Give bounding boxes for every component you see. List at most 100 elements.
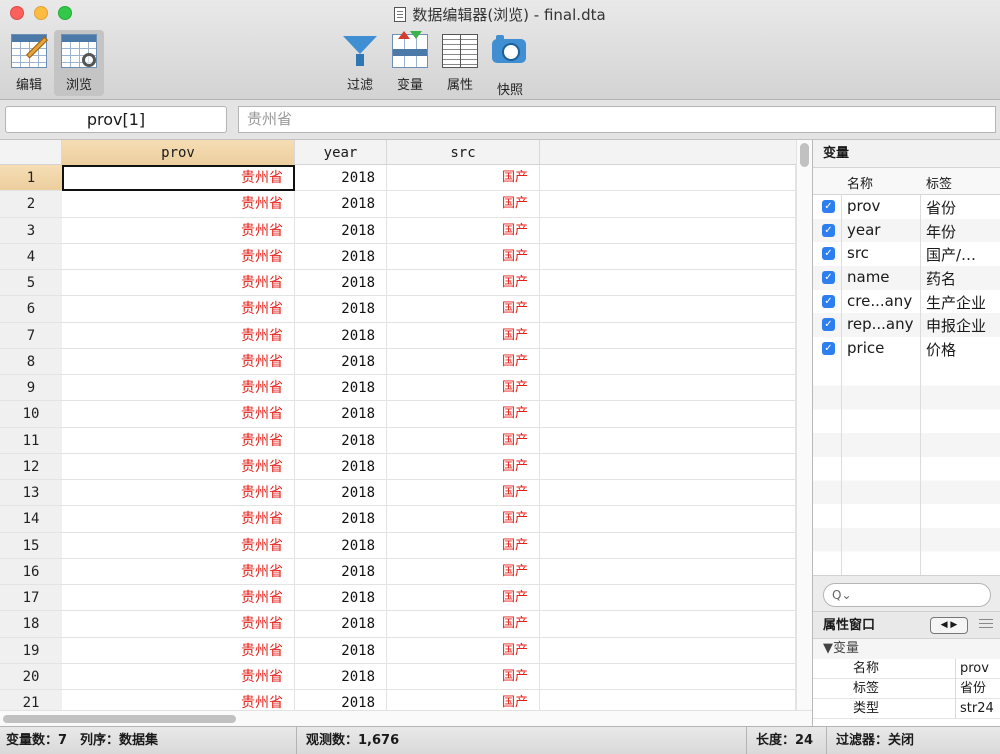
snapshot-button[interactable]: 快照 [485,30,535,98]
row-number[interactable]: 6 [0,296,62,323]
row-number[interactable]: 18 [0,611,62,638]
cell-prov[interactable]: 贵州省 [62,663,295,690]
variable-row[interactable]: ✓ rep...any 申报企业 [813,313,1000,338]
property-value[interactable]: str24 [955,699,1000,719]
cell-src[interactable]: 国产 [387,322,540,349]
cell-year[interactable]: 2018 [295,348,387,375]
cell-prov[interactable]: 贵州省 [62,506,295,533]
table-row[interactable]: 6 贵州省 2018 国产 [0,296,796,323]
cell-prov[interactable]: 贵州省 [62,401,295,428]
cell-prov[interactable]: 贵州省 [62,270,295,297]
cell-year[interactable]: 2018 [295,270,387,297]
table-row[interactable]: 5 贵州省 2018 国产 [0,270,796,297]
row-number[interactable]: 7 [0,322,62,349]
cell-prov[interactable]: 贵州省 [62,375,295,402]
cell-src[interactable]: 国产 [387,427,540,454]
cell-prov[interactable]: 贵州省 [62,217,295,244]
properties-menu-icon[interactable] [979,619,993,629]
cell-prov[interactable]: 贵州省 [62,243,295,270]
property-value[interactable]: 省份 [955,679,1000,699]
property-row[interactable]: 类型 str24 [813,699,1000,719]
row-number[interactable]: 1 [0,165,62,192]
row-number[interactable]: 20 [0,663,62,690]
cell-src[interactable]: 国产 [387,191,540,218]
cell-src[interactable]: 国产 [387,296,540,323]
cell-src[interactable]: 国产 [387,375,540,402]
table-row[interactable]: 14 贵州省 2018 国产 [0,506,796,533]
cell-year[interactable]: 2018 [295,401,387,428]
row-number[interactable]: 9 [0,375,62,402]
cell-prov[interactable]: 贵州省 [62,427,295,454]
row-number[interactable]: 10 [0,401,62,428]
cell-src[interactable]: 国产 [387,165,540,192]
row-number[interactable]: 12 [0,453,62,480]
cell-prov[interactable]: 贵州省 [62,532,295,559]
cell-year[interactable]: 2018 [295,663,387,690]
cell-src[interactable]: 国产 [387,453,540,480]
table-row[interactable]: 3 贵州省 2018 国产 [0,217,796,244]
cell-prov[interactable]: 贵州省 [62,558,295,585]
cell-src[interactable]: 国产 [387,217,540,244]
table-row[interactable]: 18 贵州省 2018 国产 [0,611,796,638]
cell-prov[interactable]: 贵州省 [62,165,295,192]
variable-checkbox[interactable]: ✓ [822,294,835,308]
cell-reference-field[interactable]: prov[1] [5,106,227,133]
table-row[interactable]: 8 贵州省 2018 国产 [0,348,796,375]
row-number[interactable]: 17 [0,585,62,612]
row-number[interactable]: 5 [0,270,62,297]
filter-button[interactable]: 过滤 [335,30,385,96]
variables-button[interactable]: 变量 [385,30,435,96]
cell-src[interactable]: 国产 [387,611,540,638]
variable-row[interactable]: ✓ src 国产/… [813,242,1000,266]
variable-checkbox[interactable]: ✓ [822,200,835,213]
table-row[interactable]: 16 贵州省 2018 国产 [0,558,796,585]
table-row[interactable]: 4 贵州省 2018 国产 [0,243,796,270]
corner-header[interactable] [0,140,62,165]
row-number[interactable]: 4 [0,243,62,270]
table-row[interactable]: 13 贵州省 2018 国产 [0,480,796,507]
cell-prov[interactable]: 贵州省 [62,191,295,218]
horizontal-scrollbar[interactable] [0,710,812,726]
property-row[interactable]: 名称 prov [813,659,1000,679]
variable-checkbox[interactable]: ✓ [822,223,835,237]
cell-year[interactable]: 2018 [295,532,387,559]
browse-mode-button[interactable]: 浏览 [54,30,104,96]
cell-src[interactable]: 国产 [387,558,540,585]
cell-prov[interactable]: 贵州省 [62,480,295,507]
cell-src[interactable]: 国产 [387,637,540,664]
table-row[interactable]: 7 贵州省 2018 国产 [0,322,796,349]
table-row[interactable]: 2 贵州省 2018 国产 [0,191,796,218]
cell-src[interactable]: 国产 [387,270,540,297]
cell-year[interactable]: 2018 [295,322,387,349]
cell-year[interactable]: 2018 [295,480,387,507]
cell-year[interactable]: 2018 [295,506,387,533]
variable-row[interactable]: ✓ name 药名 [813,266,1000,290]
row-number[interactable]: 8 [0,348,62,375]
cell-src[interactable]: 国产 [387,663,540,690]
cell-year[interactable]: 2018 [295,427,387,454]
table-row[interactable]: 12 贵州省 2018 国产 [0,453,796,480]
cell-year[interactable]: 2018 [295,375,387,402]
table-row[interactable]: 9 贵州省 2018 国产 [0,375,796,402]
horizontal-scroll-thumb[interactable] [3,715,236,723]
row-number[interactable]: 16 [0,558,62,585]
cell-year[interactable]: 2018 [295,453,387,480]
cell-src[interactable]: 国产 [387,243,540,270]
cell-src[interactable]: 国产 [387,348,540,375]
cell-year[interactable]: 2018 [295,243,387,270]
row-number[interactable]: 11 [0,427,62,454]
cell-src[interactable]: 国产 [387,532,540,559]
cell-value-field[interactable]: 贵州省 [238,106,996,133]
cell-prov[interactable]: 贵州省 [62,585,295,612]
cell-year[interactable]: 2018 [295,637,387,664]
cell-src[interactable]: 国产 [387,480,540,507]
cell-src[interactable]: 国产 [387,401,540,428]
table-row[interactable]: 11 贵州省 2018 国产 [0,427,796,454]
cell-year[interactable]: 2018 [295,296,387,323]
variable-checkbox[interactable]: ✓ [822,318,835,332]
variable-row[interactable]: ✓ prov 省份 [813,195,1000,219]
cell-year[interactable]: 2018 [295,611,387,638]
cell-src[interactable]: 国产 [387,506,540,533]
variable-checkbox[interactable]: ✓ [822,247,835,261]
variable-row[interactable]: ✓ cre...any 生产企业 [813,290,1000,314]
